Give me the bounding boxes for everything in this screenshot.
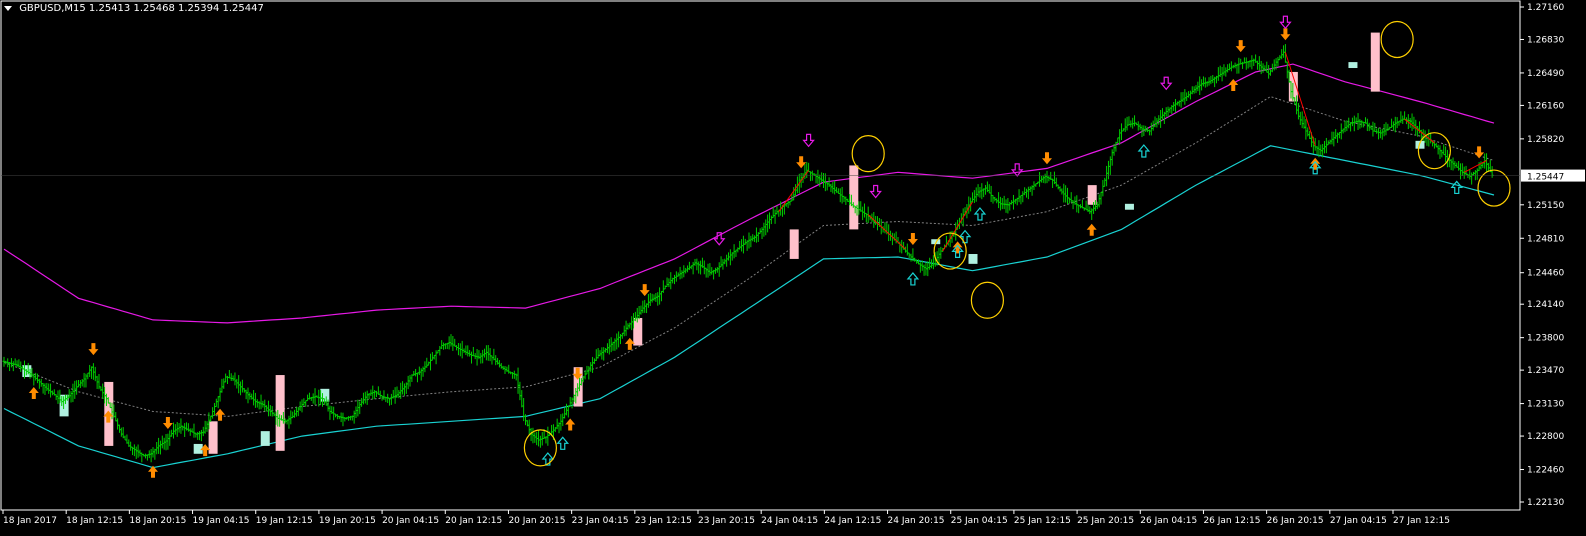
x-tick-label: 24 Jan 04:15 (761, 516, 818, 526)
highlight-box (789, 229, 799, 259)
chart-background (0, 0, 1586, 532)
current-price-label: 1.25447 (1527, 173, 1564, 183)
chart-area[interactable]: 1.27160 1.26830 1.26490 1.26160 1.25820 1.251… (0, 0, 1586, 532)
chart-header: GBPUSD,M15 1.25413 1.25468 1.25394 1.254… (4, 3, 264, 14)
highlight-box (1124, 203, 1134, 210)
x-tick-label: 20 Jan 20:15 (508, 516, 565, 526)
symbol-label: GBPUSD,M15 (19, 3, 86, 14)
y-tick-label: 1.25820 (1527, 135, 1564, 145)
y-tick-label: 1.23470 (1527, 366, 1564, 376)
x-tick-label: 26 Jan 20:15 (1267, 516, 1324, 526)
x-tick-label: 23 Jan 20:15 (698, 516, 755, 526)
x-tick-label: 18 Jan 12:15 (66, 516, 123, 526)
highlight-box (208, 421, 218, 454)
x-tick-label: 27 Jan 12:15 (1393, 516, 1450, 526)
y-tick-label: 1.24140 (1527, 300, 1564, 310)
x-tick-label: 23 Jan 12:15 (635, 516, 692, 526)
x-tick-label: 26 Jan 12:15 (1203, 516, 1260, 526)
x-tick-label: 24 Jan 20:15 (888, 516, 945, 526)
price-chart[interactable]: 1.27160 1.26830 1.26490 1.26160 1.25820 1.251… (0, 0, 1586, 532)
y-tick-label: 1.25150 (1527, 201, 1564, 211)
x-tick-label: 20 Jan 12:15 (445, 516, 502, 526)
x-tick-label: 18 Jan 20:15 (129, 516, 186, 526)
ohlc-label: 1.25413 1.25468 1.25394 1.25447 (88, 3, 264, 14)
x-tick-label: 18 Jan 2017 (3, 516, 57, 526)
x-tick-label: 19 Jan 12:15 (256, 516, 313, 526)
x-tick-label: 19 Jan 04:15 (193, 516, 250, 526)
highlight-box (968, 254, 978, 264)
y-tick-label: 1.24810 (1527, 234, 1564, 244)
x-tick-label: 19 Jan 20:15 (319, 516, 376, 526)
y-tick-label: 1.23130 (1527, 400, 1564, 410)
x-tick-label: 25 Jan 12:15 (1014, 516, 1071, 526)
x-tick-label: 23 Jan 04:15 (572, 516, 629, 526)
y-tick-label: 1.22130 (1527, 498, 1564, 508)
y-tick-label: 1.22800 (1527, 432, 1564, 442)
x-tick-label: 26 Jan 04:15 (1140, 516, 1197, 526)
y-tick-label: 1.26160 (1527, 101, 1564, 111)
highlight-box (1370, 32, 1380, 92)
y-tick-label: 1.23800 (1527, 334, 1564, 344)
y-tick-label: 1.27160 (1527, 3, 1564, 13)
x-tick-label: 20 Jan 04:15 (382, 516, 439, 526)
y-tick-label: 1.26490 (1527, 69, 1564, 79)
y-tick-label: 1.26830 (1527, 35, 1564, 45)
highlight-box (849, 165, 859, 230)
x-tick-label: 25 Jan 20:15 (1077, 516, 1134, 526)
x-tick-label: 25 Jan 04:15 (951, 516, 1008, 526)
highlight-box (260, 431, 270, 446)
x-tick-label: 27 Jan 04:15 (1330, 516, 1387, 526)
y-tick-label: 1.22460 (1527, 466, 1564, 476)
y-tick-label: 1.24460 (1527, 269, 1564, 279)
highlight-box (1348, 62, 1358, 69)
dropdown-triangle-icon[interactable] (4, 5, 12, 11)
x-tick-label: 24 Jan 12:15 (824, 516, 881, 526)
